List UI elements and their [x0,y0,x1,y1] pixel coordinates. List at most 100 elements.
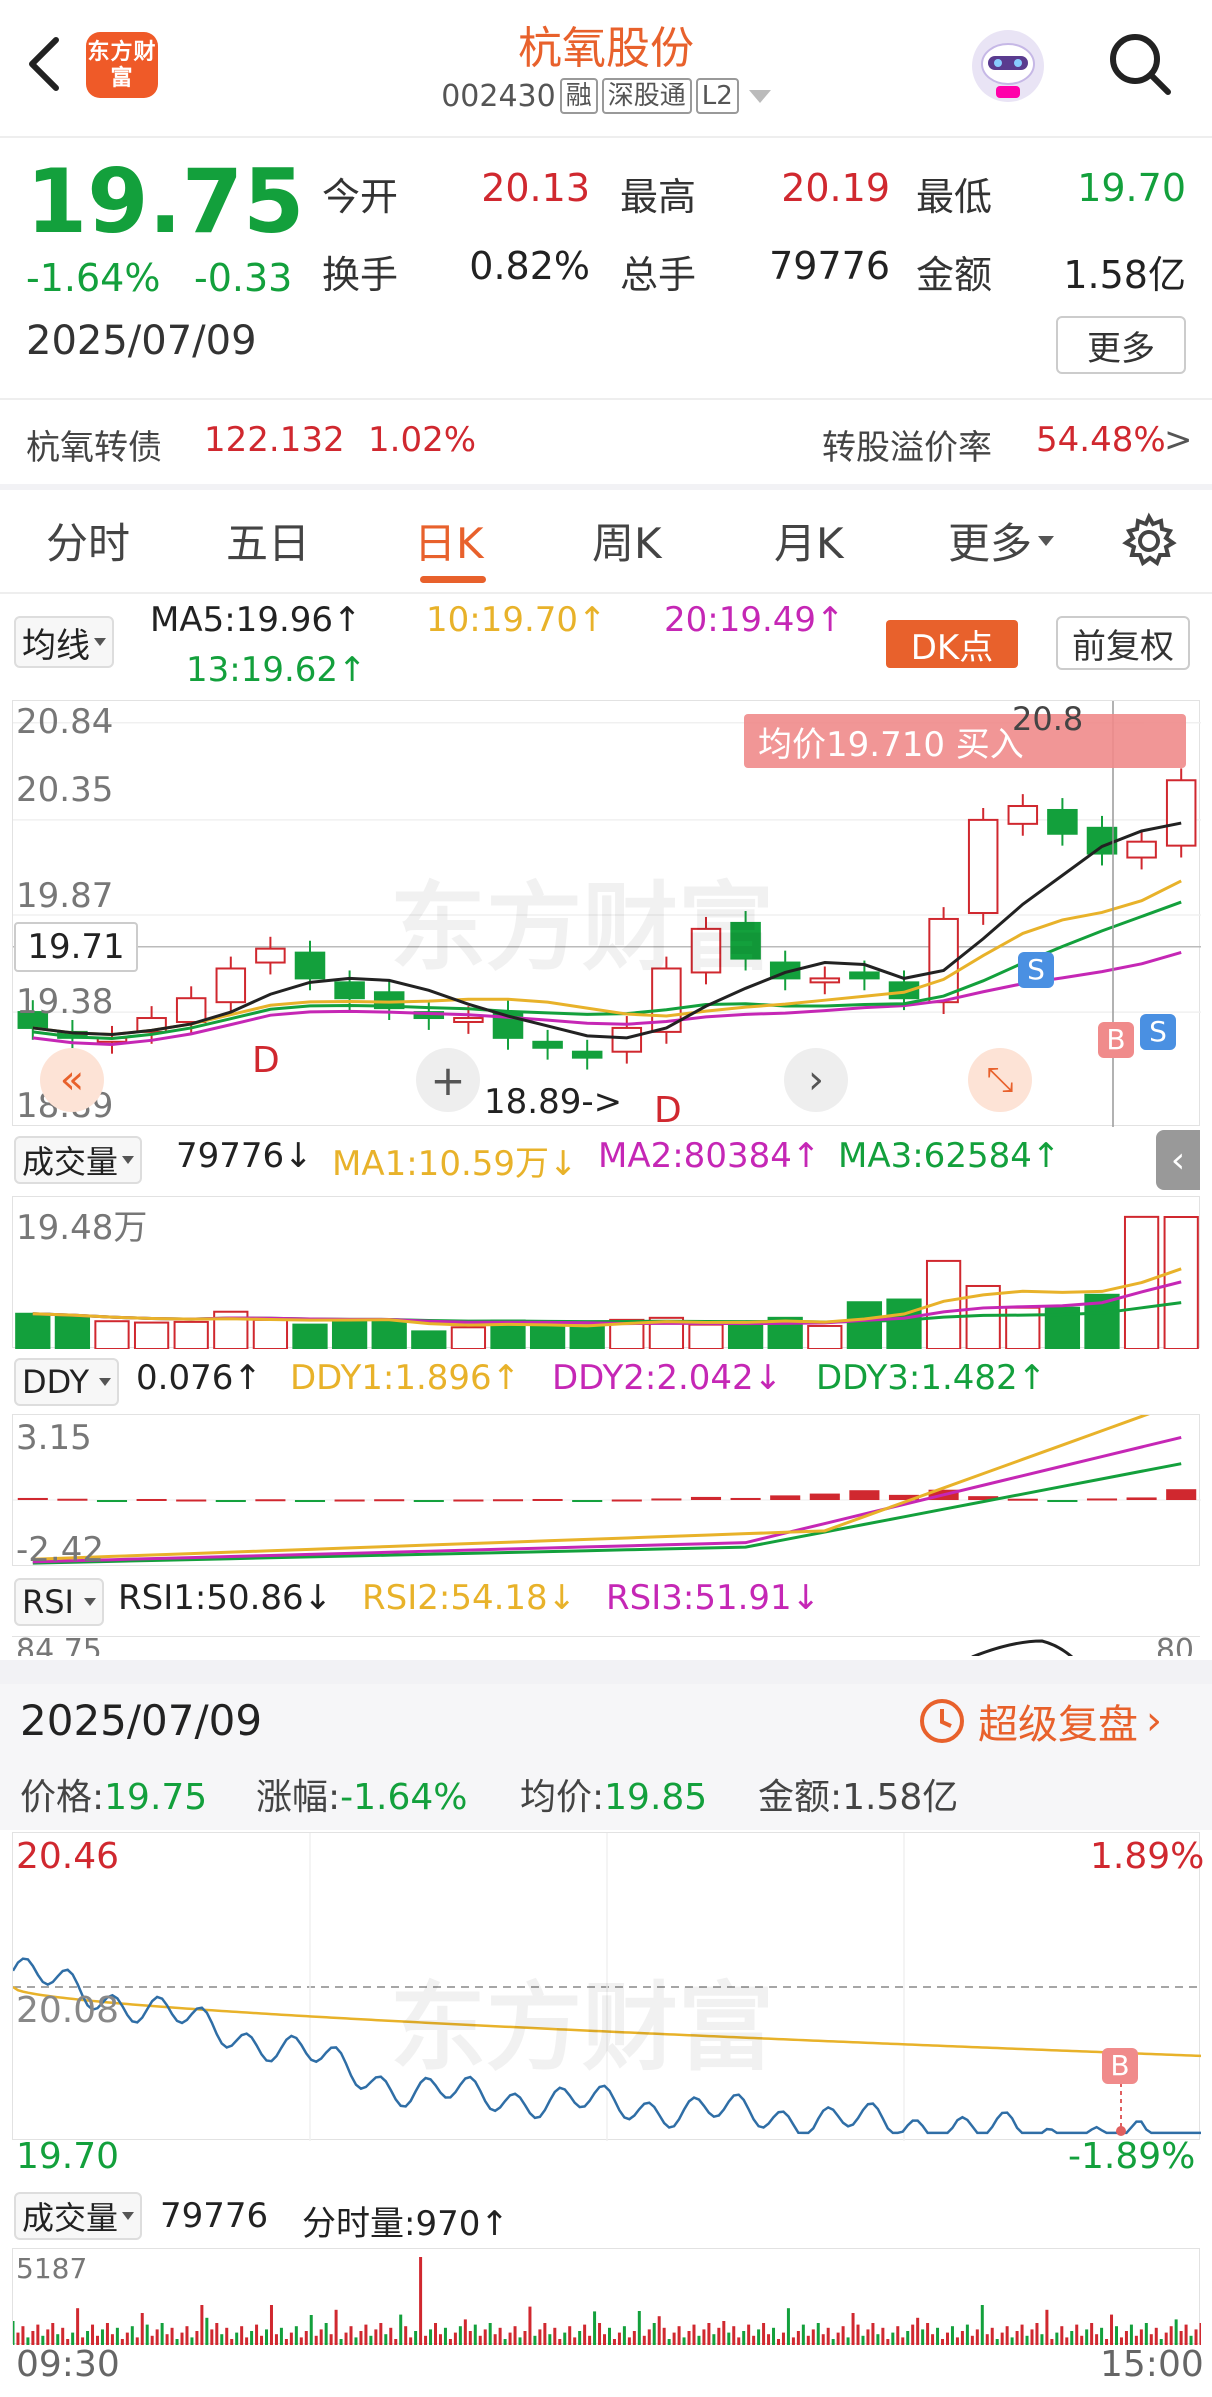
tag-margin: 融 [559,78,598,114]
tick-volume-label: 分时量:970↑ [302,2204,509,2244]
tick-volume-bar [220,2334,224,2345]
tab-five-day[interactable]: 五日 [226,510,310,571]
volume-ma3: MA3:62584↑ [838,1136,1061,1176]
tick-volume-bar [871,2323,875,2345]
ddy-bar [136,1498,167,1501]
volume-bar [292,1323,328,1349]
tab-daily-k[interactable]: 日K [414,510,484,571]
tick-volume-bar [1144,2323,1148,2345]
robot-assistant-icon[interactable] [968,26,1048,106]
candle-body [809,977,841,984]
tick-volume-bar [364,2324,368,2345]
ddy-bar [17,1497,48,1501]
tick-volume-bar [826,2327,830,2345]
low-label: 最低 [916,175,993,219]
scroll-right-button[interactable]: › [784,1048,848,1112]
ddy-chart [12,1414,1201,1566]
tick-volume-bar [503,2339,507,2345]
ddy-bar [849,1490,880,1501]
convertible-bond-row[interactable]: 杭氧转债 122.132 1.02% 转股溢价率 54.48% > [0,400,1212,484]
tick-volume-bar [36,2324,40,2345]
tick-volume-bar [230,2339,234,2345]
low-value: 19.70 [1077,166,1186,210]
candle-body [175,997,207,1023]
intraday-volume-select[interactable]: 成交量 [14,2192,143,2240]
tab-intraday[interactable]: 分时 [46,510,130,571]
tick-volume-bar [916,2317,920,2345]
detail-change-value: -1.64% [340,1777,468,1818]
volume-select[interactable]: 成交量 [14,1136,143,1184]
tick-volume-bar [468,2331,472,2345]
tick-volume-bar [1129,2324,1133,2345]
tick-volume-bar [543,2323,547,2345]
tick-volume-bar [1090,2323,1094,2345]
tick-volume-bar [115,2327,119,2345]
detail-price: 价格:19.75 [20,1768,207,1820]
super-replay-link[interactable]: 超级复盘 › [916,1692,1162,1750]
detail-amount-value: 1.58亿 [842,1777,959,1818]
tick-volume-bar [463,2319,467,2345]
detail-amount: 金额:1.58亿 [758,1768,958,1820]
tab-weekly-k[interactable]: 周K [592,510,662,571]
dk-point-button[interactable]: DK点 [886,620,1018,668]
tick-volume-bar [851,2313,855,2345]
volume-bar [450,1326,487,1349]
ddy-bar [413,1500,444,1503]
tick-volume-bar [235,2332,239,2345]
tick-volume-bar [757,2329,761,2345]
tick-volume-bar [175,2339,179,2345]
ddy-select[interactable]: DDY [14,1358,120,1406]
tick-volume-bar [160,2323,164,2345]
tab-monthly-k[interactable]: 月K [774,510,844,571]
tick-volume-bar [896,2326,900,2345]
adjust-button[interactable]: 前复权 [1056,616,1190,670]
chevron-down-icon [748,89,771,103]
tick-volume-bar [274,2334,278,2345]
tick-volume-bar [662,2327,666,2345]
rsi3-label: RSI3:51.91↓ [606,1578,821,1618]
tick-volume-bar [255,2324,259,2345]
tick-volume-bar [861,2335,865,2345]
tick-volume-bar [732,2326,736,2345]
more-button[interactable]: 更多 [1056,316,1186,374]
gear-icon[interactable] [1120,512,1178,570]
indicator-select[interactable]: 均线 [14,616,114,668]
tick-volume-bar [344,2332,348,2345]
tick-volume-bar [985,2334,989,2345]
tick-volume-bar [588,2335,592,2345]
tick-volume-bar [453,2332,457,2345]
volume-ma2: MA2:80384↑ [598,1136,821,1176]
zoom-in-button[interactable]: + [416,1048,480,1112]
tick-volume-bar [941,2339,945,2345]
tick-volume-bar [493,2334,497,2345]
scroll-left-button[interactable]: « [40,1048,104,1112]
side-collapse-button[interactable]: ‹ [1156,1130,1200,1190]
tick-volume-bar [637,2311,641,2345]
tick-volume-bar [1095,2334,1099,2345]
tick-volume-bar [389,2327,393,2345]
tick-volume-bar [926,2323,930,2345]
tick-volume-bar [801,2324,805,2345]
volume-bar [846,1301,883,1349]
tick-volume-bar [558,2339,562,2345]
candle-body [1047,808,1078,835]
tick-volume-bar [921,2329,925,2345]
tick-volume-bar [299,2337,303,2345]
tick-volume-bar [488,2323,492,2345]
tab-more[interactable]: 更多 [948,510,1055,571]
tick-volume-bar [61,2327,65,2345]
ddy-bar [492,1499,524,1502]
tick-volume-bar [811,2329,815,2345]
tick-volume-bar [1055,2332,1059,2345]
search-icon[interactable] [1106,30,1174,98]
stock-detail-screen: { "header":{"title":"杭氧股份","code":"00243… [0,0,1212,2397]
volume-bar [133,1321,170,1349]
fullscreen-icon[interactable]: ⤡ [968,1048,1032,1112]
bond-name: 杭氧转债 [26,428,162,468]
tick-volume-bar [632,2331,636,2345]
intraday-high-pct: 1.89% [1090,1836,1205,1877]
tick-volume-bar [553,2327,557,2345]
rsi-select[interactable]: RSI [14,1578,104,1626]
volume-bar [331,1320,368,1349]
tick-volume-bar [424,2335,428,2345]
